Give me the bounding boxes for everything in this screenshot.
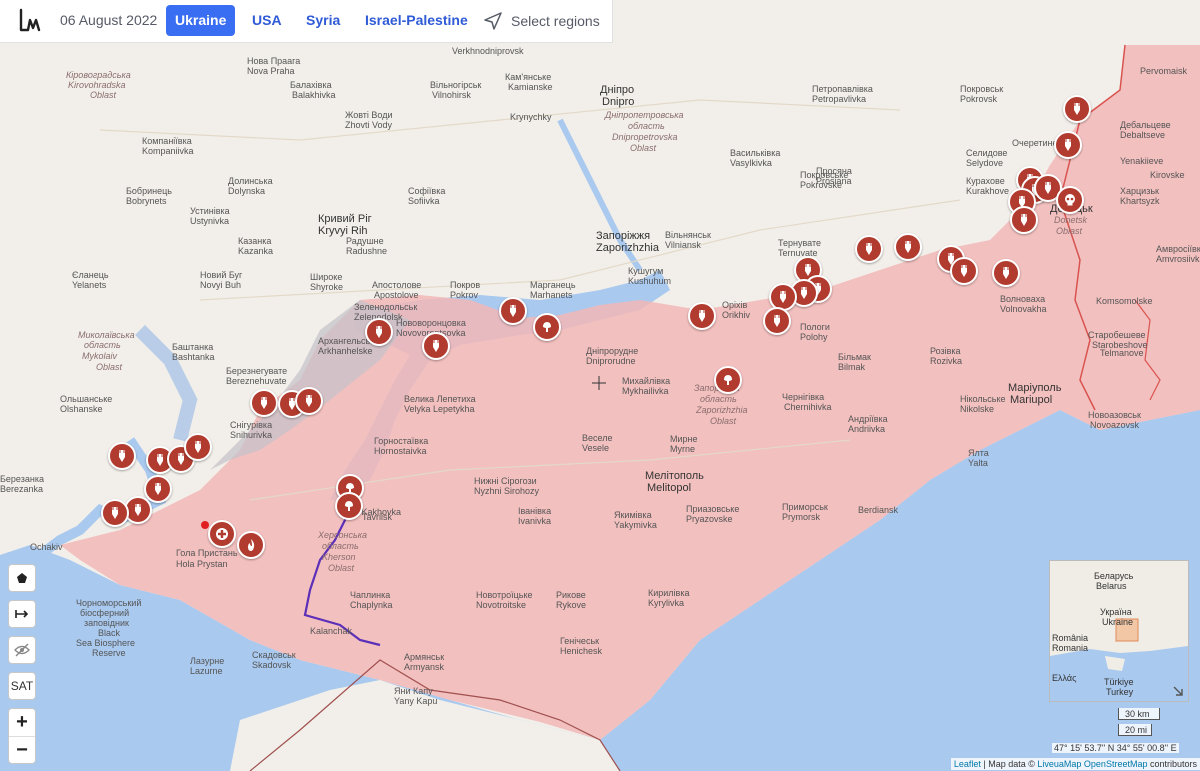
zoom-in-button[interactable]: + xyxy=(9,709,35,736)
event-marker-bomb[interactable] xyxy=(108,442,136,470)
leaflet-link[interactable]: Leaflet xyxy=(954,759,981,769)
top-bar: 06 August 2022 Ukraine USA Syria Israel-… xyxy=(0,0,613,43)
toggle-visibility-button[interactable] xyxy=(8,636,36,664)
measure-icon xyxy=(15,610,29,618)
cursor-coordinates: 47° 15' 53.7'' N 34° 55' 00.8'' E xyxy=(1052,743,1179,753)
tab-ukraine[interactable]: Ukraine xyxy=(166,5,236,36)
scale-bar: 30 km 20 mi xyxy=(1118,708,1184,738)
bomb-icon xyxy=(112,507,118,519)
event-marker-bomb[interactable] xyxy=(295,387,323,415)
current-date: 06 August 2022 xyxy=(60,12,158,28)
osm-link[interactable]: OpenStreetMap xyxy=(1084,759,1148,769)
event-marker-bomb[interactable] xyxy=(422,332,450,360)
event-marker-bomb[interactable] xyxy=(101,499,129,527)
pentagon-icon xyxy=(17,573,27,583)
draw-polygon-button[interactable] xyxy=(8,564,36,592)
minimap-label-belarus-lat: Belarus xyxy=(1096,581,1127,591)
bomb-icon xyxy=(961,265,967,277)
event-marker-bomb[interactable] xyxy=(855,235,883,263)
bomb-icon xyxy=(135,504,141,516)
event-marker-fire[interactable] xyxy=(237,531,265,559)
event-marker-bomb[interactable] xyxy=(499,297,527,325)
event-marker-bomb[interactable] xyxy=(894,233,922,261)
event-marker-medical[interactable] xyxy=(208,520,236,548)
event-marker-explosion[interactable] xyxy=(533,313,561,341)
minimap-collapse-icon[interactable] xyxy=(1172,685,1184,697)
minimap-label-ukraine-lat: Ukraine xyxy=(1102,617,1134,627)
bomb-icon xyxy=(195,441,201,453)
zoom-control: + − xyxy=(8,708,36,764)
event-marker-bomb[interactable] xyxy=(1010,206,1038,234)
event-marker-bomb[interactable] xyxy=(1054,131,1082,159)
liveuamap-logo-icon[interactable] xyxy=(18,8,42,34)
eye-slash-icon xyxy=(14,643,30,657)
bomb-icon xyxy=(510,305,516,317)
event-marker-bomb[interactable] xyxy=(184,433,212,461)
tab-usa[interactable]: USA xyxy=(243,5,291,36)
bomb-icon xyxy=(780,291,786,303)
minimap-label-belarus: Беларусь xyxy=(1094,571,1134,581)
bomb-icon xyxy=(376,326,382,338)
bomb-icon xyxy=(119,450,125,462)
satellite-toggle-button[interactable]: SAT xyxy=(8,672,36,700)
bomb-icon xyxy=(157,454,163,466)
map-base xyxy=(0,0,1200,771)
event-marker-explosion[interactable] xyxy=(714,366,742,394)
minimap-label-turkey-lat: Turkey xyxy=(1106,687,1134,697)
event-marker-bomb[interactable] xyxy=(763,307,791,335)
bomb-icon xyxy=(433,340,439,352)
select-regions-button[interactable]: Select regions xyxy=(483,8,600,34)
scale-km: 30 km xyxy=(1118,708,1160,720)
bomb-icon xyxy=(1045,182,1051,194)
tab-syria[interactable]: Syria xyxy=(297,5,349,36)
bomb-icon xyxy=(801,287,807,299)
bomb-icon xyxy=(1074,103,1080,115)
scale-mi: 20 mi xyxy=(1118,724,1152,736)
zoom-out-button[interactable]: − xyxy=(9,736,35,764)
minimap-label-ukraine: Україна xyxy=(1100,607,1132,617)
select-regions-label: Select regions xyxy=(511,13,600,29)
bomb-icon xyxy=(155,483,161,495)
bomb-icon xyxy=(1003,267,1009,279)
event-marker-bomb[interactable] xyxy=(144,475,172,503)
event-marker-bomb[interactable] xyxy=(950,257,978,285)
skull-icon xyxy=(1065,194,1075,206)
tab-israel-palestine[interactable]: Israel-Palestine xyxy=(356,5,477,36)
bomb-icon xyxy=(774,315,780,327)
event-marker-bomb[interactable] xyxy=(1063,95,1091,123)
bomb-icon xyxy=(1065,139,1071,151)
event-marker-bomb[interactable] xyxy=(992,259,1020,287)
event-marker-bomb[interactable] xyxy=(688,302,716,330)
explosion-icon xyxy=(724,375,732,385)
bomb-icon xyxy=(261,397,267,409)
minimap-label-greece: Ελλάς xyxy=(1052,673,1077,683)
liveuamap-link[interactable]: LiveuaMap xyxy=(1037,759,1081,769)
minimap-label-romania: România xyxy=(1052,633,1089,643)
minimap-label-romania-lat: Romania xyxy=(1052,643,1089,653)
explosion-icon xyxy=(543,322,551,332)
event-marker-explosion[interactable] xyxy=(335,492,363,520)
event-marker-bomb[interactable] xyxy=(250,389,278,417)
fire-icon xyxy=(248,539,255,551)
bomb-icon xyxy=(1021,214,1027,226)
event-marker-skull[interactable] xyxy=(1056,186,1084,214)
bomb-icon xyxy=(306,395,312,407)
explosion-icon xyxy=(345,501,353,511)
measure-button[interactable] xyxy=(8,600,36,628)
bomb-icon xyxy=(866,243,872,255)
attribution: Leaflet | Map data © LiveuaMap OpenStree… xyxy=(950,758,1200,770)
bomb-icon xyxy=(905,241,911,253)
minimap[interactable]: Беларусь Belarus Україна Ukraine România… xyxy=(1049,560,1189,702)
medical-icon xyxy=(216,528,228,540)
navigation-arrow-icon xyxy=(484,12,502,30)
attribution-contrib: contributors xyxy=(1147,759,1197,769)
event-marker-bomb[interactable] xyxy=(365,318,393,346)
map-canvas[interactable]: Verkhnodniprovsk Кіровоградська Kirovohrad… xyxy=(0,0,1200,771)
minimap-label-turkey: Türkiye xyxy=(1104,677,1134,687)
attribution-sep: | Map data © xyxy=(980,759,1038,769)
bomb-icon xyxy=(699,310,705,322)
